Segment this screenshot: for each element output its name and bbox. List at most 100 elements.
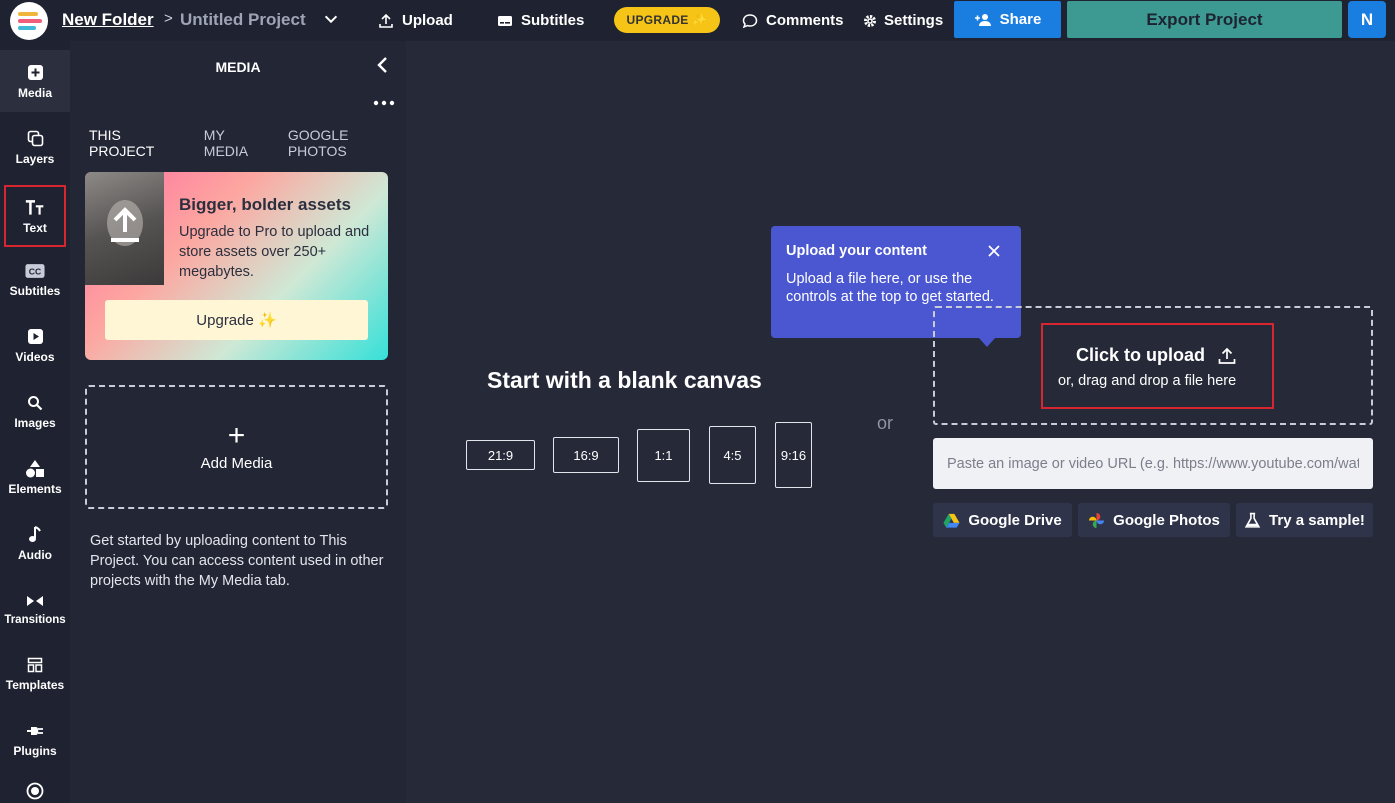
tooltip-text: Upload a file here, or use the controls … [786,271,994,305]
google-photos-button[interactable]: Google Photos [1078,503,1230,537]
or-separator: or [877,413,894,433]
sidebar-item-layers[interactable]: Layers [0,116,70,178]
settings-label: Settings [884,12,944,29]
sidebar-item-transitions[interactable]: Transitions [0,577,70,639]
layers-icon [25,129,45,149]
google-drive-icon [943,513,960,528]
sidebar-item-label: Videos [15,349,55,364]
try-sample-label: Try a sample! [1269,511,1365,529]
collapse-panel-icon[interactable] [374,55,392,75]
add-person-icon [974,13,991,26]
media-add-icon [25,63,45,83]
subtitles-button[interactable]: Subtitles [497,0,584,41]
sidebar-item-label: Media [17,85,52,100]
sidebar-item-videos[interactable]: Videos [0,314,70,376]
sidebar-item-label: Subtitles [9,283,61,298]
sidebar-item-label: Audio [18,547,52,562]
breadcrumb-separator: > [164,10,173,27]
upload-button[interactable]: Upload [378,0,453,41]
share-button[interactable]: Share [954,1,1061,38]
sidebar-item-audio[interactable]: Audio [0,512,70,574]
sidebar-rail: Media Layers Text CC Subtitles Videos Im… [0,41,70,803]
promo-title: Bigger, bolder assets [179,195,351,214]
sidebar-item-label: Layers [15,151,55,166]
chevron-down-icon[interactable] [322,10,340,28]
media-panel: MEDIA THIS PROJECT MY MEDIA GOOGLE PHOTO… [70,41,406,803]
svg-text:CC: CC [29,266,41,276]
close-icon[interactable] [987,244,1001,258]
sidebar-item-label: Elements [8,481,62,496]
ratio-21-9-button[interactable]: 21:9 [466,440,535,470]
blank-canvas-title: Start with a blank canvas [487,367,762,393]
record-icon[interactable] [26,782,44,800]
project-title[interactable]: Untitled Project [180,10,306,30]
upload-icon [379,13,393,28]
video-icon [25,327,45,347]
sidebar-item-label: Transitions [4,613,66,626]
app-logo[interactable] [10,2,48,40]
sidebar-item-text[interactable]: Text [4,185,66,247]
promo-image [85,172,164,285]
sidebar-item-label: Images [14,415,56,430]
tooltip-title: Upload your content [786,243,927,259]
ratio-9-16-button[interactable]: 9:16 [775,422,812,488]
sidebar-item-elements[interactable]: Elements [0,446,70,508]
music-note-icon [25,525,45,545]
sidebar-item-label: Templates [5,677,65,692]
upload-arrow-icon [111,207,139,242]
search-icon [25,393,45,413]
panel-title: MEDIA [215,59,261,75]
plus-icon: + [227,418,246,452]
promo-upgrade-button[interactable]: Upgrade ✨ [105,300,368,340]
google-photos-icon [1089,512,1105,528]
promo-text: Upgrade to Pro to upload and store asset… [179,224,370,280]
media-url-input[interactable] [933,438,1373,489]
panel-help-text: Get started by uploading content to This… [90,533,384,589]
flask-icon [1244,512,1261,528]
ratio-4-5-button[interactable]: 4:5 [709,426,756,484]
upgrade-button[interactable]: UPGRADE ✨ [614,7,720,33]
google-drive-button[interactable]: Google Drive [933,503,1072,537]
more-options-icon[interactable] [372,98,396,108]
upload-label: Upload [402,12,453,29]
sidebar-item-media[interactable]: Media [0,50,70,112]
user-avatar[interactable]: N [1348,1,1386,38]
google-drive-label: Google Drive [968,511,1062,529]
sidebar-item-images[interactable]: Images [0,380,70,442]
export-project-button[interactable]: Export Project [1067,1,1342,38]
upload-dropzone[interactable]: Click to upload or, drag and drop a file… [933,306,1373,425]
add-media-button[interactable]: + Add Media [85,385,388,509]
drag-drop-hint: or, drag and drop a file here [1058,373,1237,389]
click-to-upload[interactable]: Click to upload [1076,345,1237,366]
gear-icon [864,14,876,27]
google-photos-label: Google Photos [1113,511,1220,529]
sidebar-item-label: Text [23,220,47,235]
settings-button[interactable]: Settings [862,0,943,41]
breadcrumb-folder[interactable]: New Folder [62,10,154,30]
templates-icon [25,655,45,675]
text-icon [25,198,45,218]
cc-icon: CC [25,261,45,281]
try-sample-button[interactable]: Try a sample! [1236,503,1373,537]
add-media-label: Add Media [200,454,273,472]
top-bar: New Folder > Untitled Project Upload Sub… [0,0,1395,41]
tab-this-project[interactable]: THIS PROJECT [89,127,186,159]
sidebar-item-subtitles[interactable]: CC Subtitles [0,248,70,310]
transition-icon [25,591,45,611]
tab-my-media[interactable]: MY MEDIA [204,127,270,159]
sidebar-item-templates[interactable]: Templates [0,642,70,704]
plug-icon [25,721,45,741]
click-to-upload-area[interactable]: Click to upload or, drag and drop a file… [1041,323,1274,409]
upgrade-promo-card: Bigger, bolder assets Upgrade to Pro to … [85,172,388,360]
click-to-upload-label: Click to upload [1076,345,1206,365]
tab-google-photos[interactable]: GOOGLE PHOTOS [288,127,406,159]
ratio-16-9-button[interactable]: 16:9 [553,437,619,473]
comment-icon [742,13,758,28]
ratio-1-1-button[interactable]: 1:1 [637,429,690,482]
comments-label: Comments [766,12,844,29]
subtitles-icon [498,15,512,26]
subtitles-label: Subtitles [521,12,585,29]
sidebar-item-plugins[interactable]: Plugins [0,708,70,770]
sidebar-item-label: Plugins [13,743,57,758]
comments-button[interactable]: Comments [742,0,844,41]
